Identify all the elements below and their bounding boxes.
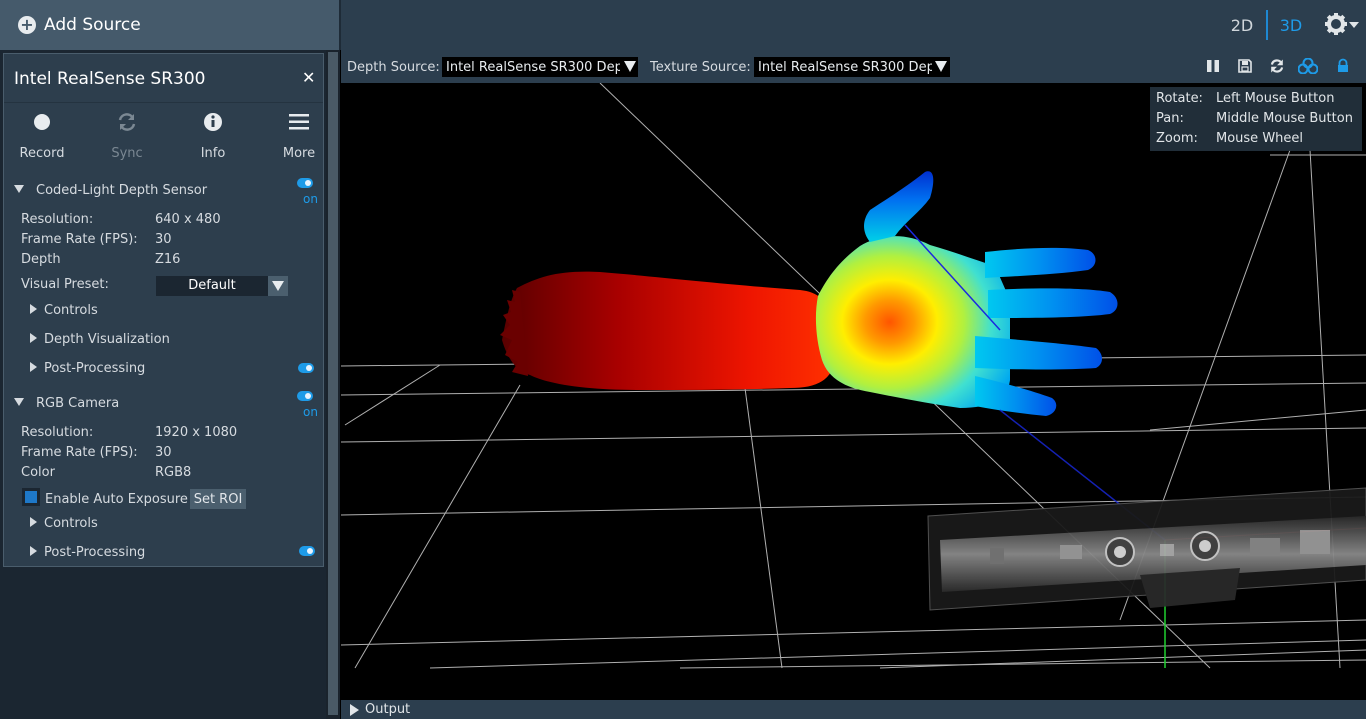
section-label: Controls bbox=[44, 516, 98, 531]
prop-label: Resolution: bbox=[21, 425, 94, 440]
expand-icon bbox=[350, 703, 359, 716]
prop-label: Frame Rate (FPS): bbox=[21, 232, 138, 247]
add-source-button[interactable]: + Add Source bbox=[0, 0, 339, 50]
rgb-camera-header[interactable]: RGB Camera bbox=[14, 396, 119, 411]
point-cloud-viewer[interactable] bbox=[341, 83, 1366, 700]
info-button[interactable]: Info bbox=[178, 110, 248, 162]
sync-label: Sync bbox=[111, 146, 143, 161]
expand-icon bbox=[30, 304, 37, 314]
section-label: Depth Visualization bbox=[44, 332, 170, 347]
depth-source-label: Depth Source: bbox=[347, 60, 440, 75]
depth-post-processing-toggle[interactable] bbox=[298, 363, 314, 373]
menu-icon bbox=[264, 110, 334, 134]
output-label: Output bbox=[365, 702, 411, 717]
prop-value: Z16 bbox=[155, 252, 181, 267]
visual-preset-label: Visual Preset: bbox=[21, 277, 109, 292]
prop-value: 30 bbox=[155, 445, 172, 460]
depth-controls-section[interactable]: Controls bbox=[30, 303, 98, 318]
chevron-down-icon bbox=[268, 276, 288, 296]
point-cloud-scene bbox=[341, 83, 1366, 669]
divider bbox=[4, 102, 323, 103]
depth-visualization-section[interactable]: Depth Visualization bbox=[30, 332, 170, 347]
help-value: Mouse Wheel bbox=[1216, 131, 1304, 146]
mode-2d-button[interactable]: 2D bbox=[1222, 0, 1262, 50]
record-label: Record bbox=[19, 146, 65, 161]
device-panel: Intel RealSense SR300 ✕ Record Sync Info… bbox=[3, 53, 324, 567]
viewer-toolbar: Depth Source: Intel RealSense SR300 Dept… bbox=[341, 50, 1366, 83]
auto-exposure-label: Enable Auto Exposure bbox=[45, 492, 188, 507]
help-value: Left Mouse Button bbox=[1216, 91, 1335, 106]
output-panel-toggle[interactable]: Output bbox=[341, 700, 1366, 719]
prop-value: 30 bbox=[155, 232, 172, 247]
prop-label: Color bbox=[21, 465, 55, 480]
prop-label: Frame Rate (FPS): bbox=[21, 445, 138, 460]
section-label: Controls bbox=[44, 303, 98, 318]
plus-icon: + bbox=[18, 16, 36, 34]
mode-divider bbox=[1266, 10, 1268, 40]
prop-value: 640 x 480 bbox=[155, 212, 221, 227]
record-button[interactable]: Record bbox=[7, 110, 77, 162]
topbar-divider bbox=[339, 0, 341, 50]
help-key: Zoom: bbox=[1156, 131, 1198, 146]
expand-icon bbox=[30, 362, 37, 372]
settings-gear-icon[interactable] bbox=[1322, 10, 1360, 40]
sync-icon bbox=[92, 110, 162, 134]
prop-value: 1920 x 1080 bbox=[155, 425, 238, 440]
rgb-post-processing-toggle[interactable] bbox=[299, 546, 315, 556]
depth-sensor-on-label: on bbox=[303, 192, 318, 206]
rgb-controls-section[interactable]: Controls bbox=[30, 516, 98, 531]
add-source-label: Add Source bbox=[44, 15, 141, 35]
prop-value: RGB8 bbox=[155, 465, 192, 480]
texture-source-label: Texture Source: bbox=[650, 60, 751, 75]
reset-icon[interactable] bbox=[1269, 58, 1285, 74]
record-icon bbox=[7, 110, 77, 134]
auto-exposure-checkbox[interactable] bbox=[22, 488, 40, 506]
help-value: Middle Mouse Button bbox=[1216, 111, 1353, 126]
info-label: Info bbox=[200, 146, 226, 161]
set-roi-button[interactable]: Set ROI bbox=[190, 489, 246, 509]
expand-icon bbox=[30, 517, 37, 527]
help-key: Rotate: bbox=[1156, 91, 1203, 106]
section-label: Post-Processing bbox=[44, 361, 146, 376]
prop-label: Resolution: bbox=[21, 212, 94, 227]
collapse-icon bbox=[14, 185, 24, 193]
chevron-down-icon bbox=[624, 61, 636, 72]
expand-icon bbox=[30, 546, 37, 556]
more-label: More bbox=[282, 146, 316, 161]
expand-icon bbox=[30, 333, 37, 343]
rgb-camera-on-label: on bbox=[303, 405, 318, 419]
device-title: Intel RealSense SR300 bbox=[14, 69, 206, 89]
more-button[interactable]: More bbox=[264, 110, 334, 162]
rgb-camera-toggle[interactable] bbox=[297, 391, 313, 401]
depth-post-processing-section[interactable]: Post-Processing bbox=[30, 361, 145, 376]
close-icon[interactable]: ✕ bbox=[302, 68, 315, 87]
visual-preset-value: Default bbox=[188, 278, 236, 293]
chevron-down-icon bbox=[935, 61, 947, 72]
prop-label: Depth bbox=[21, 252, 61, 267]
rgb-camera-name: RGB Camera bbox=[36, 396, 120, 411]
top-bar: + Add Source 2D 3D bbox=[0, 0, 1366, 50]
camera-model bbox=[927, 487, 1366, 611]
depth-sensor-header[interactable]: Coded-Light Depth Sensor bbox=[14, 183, 207, 198]
texture-source-value: Intel RealSense SR300 Depth bbox=[758, 60, 932, 75]
controls-help-overlay: Rotate: Left Mouse Button Pan: Middle Mo… bbox=[1150, 87, 1362, 151]
info-icon bbox=[178, 110, 248, 134]
lock-icon[interactable] bbox=[1335, 58, 1351, 74]
depth-source-value: Intel RealSense SR300 Depth bbox=[446, 60, 620, 75]
sync-button[interactable]: Sync bbox=[92, 110, 162, 162]
mode-3d-button[interactable]: 3D bbox=[1271, 0, 1311, 50]
depth-source-select[interactable]: Intel RealSense SR300 Depth bbox=[442, 57, 638, 77]
depth-sensor-toggle[interactable] bbox=[297, 178, 313, 188]
save-icon[interactable] bbox=[1237, 58, 1253, 74]
pause-icon[interactable] bbox=[1205, 58, 1221, 74]
section-label: Post-Processing bbox=[44, 545, 146, 560]
depth-sensor-name: Coded-Light Depth Sensor bbox=[36, 183, 208, 198]
help-key: Pan: bbox=[1156, 111, 1184, 126]
collapse-icon bbox=[14, 398, 24, 406]
texture-source-select[interactable]: Intel RealSense SR300 Depth bbox=[754, 57, 950, 77]
shading-icon[interactable] bbox=[1297, 57, 1319, 75]
visual-preset-select[interactable]: Default bbox=[156, 276, 288, 296]
rgb-post-processing-section[interactable]: Post-Processing bbox=[30, 545, 145, 560]
